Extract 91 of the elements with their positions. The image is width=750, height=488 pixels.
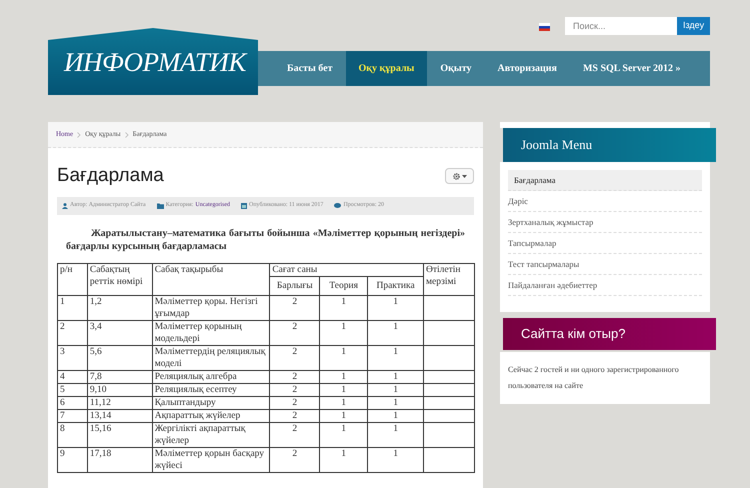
table-cell: 1 — [58, 295, 88, 320]
table-cell: 5 — [58, 383, 88, 396]
calendar-icon — [241, 202, 248, 208]
table-cell: 2 — [270, 345, 320, 370]
table-cell: Реляциялық алгебра — [152, 370, 270, 383]
gear-icon — [452, 172, 460, 180]
table-cell: Мәліметтер қоры. Негізгі ұғымдар — [152, 295, 270, 320]
menu-item[interactable]: Тест тапсырмалары — [508, 254, 702, 275]
table-cell: 2 — [270, 320, 320, 345]
table-cell: Жергілікті ақпараттық жүйелер — [152, 422, 270, 447]
menu-item[interactable]: Бағдарлама — [508, 170, 702, 191]
chevron-icon — [77, 132, 82, 138]
table-cell: 1 — [368, 422, 424, 447]
menu-title: Joomla Menu — [521, 136, 592, 154]
person-icon — [62, 202, 68, 208]
table-cell: 1 — [368, 295, 424, 320]
table-cell: 11,12 — [87, 396, 152, 409]
table-cell: Қалыптандыру — [152, 396, 270, 409]
table-cell: 3,4 — [87, 320, 152, 345]
search-field[interactable]: Поиск... — [565, 17, 677, 35]
nav-tab[interactable]: Авторизация — [484, 51, 570, 86]
settings-dropdown-button[interactable] — [445, 168, 474, 184]
table-cell: 2 — [270, 447, 320, 472]
table-cell: 1 — [320, 383, 368, 396]
table-cell: 1 — [368, 383, 424, 396]
table-cell: 1 — [320, 370, 368, 383]
table-cell: 2 — [270, 396, 320, 409]
chevron-icon — [124, 132, 129, 138]
table-cell: 1 — [320, 320, 368, 345]
table-cell: 1 — [368, 396, 424, 409]
table-cell: 13,14 — [87, 409, 152, 422]
online-text: Сейчас 2 гостей и ни одного зарегистрированного пользователя на сайте — [508, 364, 680, 392]
table-cell: 1,2 — [87, 295, 152, 320]
table-cell: 15,16 — [87, 422, 152, 447]
column-header: Сағат саны — [270, 263, 424, 276]
table-cell: 9,10 — [87, 383, 152, 396]
nav-tab[interactable]: Оқу құралы — [346, 51, 428, 86]
column-header: Теория — [320, 276, 368, 295]
table-cell: 1 — [368, 447, 424, 472]
logo-text: ИНФОРМАТИК — [64, 46, 246, 78]
column-header: Сабақтың реттік нөмірі — [87, 263, 152, 295]
intro-paragraph: Жаратылыстану–математика бағыты бойынша «Мәліметтер қорының негіздері» бағдарлы курсының бағдарламасы — [66, 226, 465, 252]
eye-icon — [334, 203, 342, 208]
online-title: Сайтта кім отыр? — [521, 325, 626, 344]
nav-tab[interactable]: Басты бет — [274, 51, 346, 86]
column-header: Сабақ тақырыбы — [152, 263, 270, 295]
table-cell: Ақпараттық жүйелер — [152, 409, 270, 422]
table-cell: Мәліметтердің реляциялық моделі — [152, 345, 270, 370]
table-cell: 2 — [270, 422, 320, 447]
table-cell: 2 — [58, 320, 88, 345]
table-cell: 8 — [58, 422, 88, 447]
search-button[interactable]: Іздеу — [677, 17, 710, 35]
menu-item[interactable]: Зертханалық жұмыстар — [508, 212, 702, 233]
menu-item[interactable]: Дәріс — [508, 191, 702, 212]
table-cell: 3 — [58, 345, 88, 370]
column-header: Өтілетін мерзімі — [424, 263, 474, 295]
table-cell: 1 — [368, 409, 424, 422]
folder-icon — [156, 202, 164, 208]
table-cell: 2 — [270, 409, 320, 422]
flag-icon[interactable] — [539, 23, 550, 31]
table-cell: 9 — [58, 447, 88, 472]
table-cell: Мәліметтер қорын басқару жүйесі — [152, 447, 270, 472]
table-cell: 1 — [368, 345, 424, 370]
table-cell: 1 — [320, 447, 368, 472]
table-cell: 2 — [270, 295, 320, 320]
table-cell: 1 — [320, 409, 368, 422]
table-cell: 17,18 — [87, 447, 152, 472]
table-cell: 1 — [368, 370, 424, 383]
column-header: Барлығы — [270, 276, 320, 295]
caret-icon — [462, 174, 466, 178]
logo-banner[interactable]: ИНФОРМАТИК — [48, 28, 258, 95]
table-cell: 1 — [368, 320, 424, 345]
table-cell: 5,6 — [87, 345, 152, 370]
table-cell: 1 — [320, 295, 368, 320]
table-cell: 4 — [58, 370, 88, 383]
nav-tab[interactable]: MS SQL Server 2012 » — [570, 51, 694, 86]
table-cell: 1 — [320, 396, 368, 409]
menu-item[interactable]: Тапсырмалар — [508, 233, 702, 254]
nav-tab[interactable]: Оқыту — [427, 51, 485, 86]
table-cell: 6 — [58, 396, 88, 409]
table-cell: Мәліметтер қорының модельдері — [152, 320, 270, 345]
table-cell: 7,8 — [87, 370, 152, 383]
table-cell: 2 — [270, 370, 320, 383]
column-header: р/н — [58, 263, 88, 295]
table-cell: Реляциялық есептеу — [152, 383, 270, 396]
table-cell: 7 — [58, 409, 88, 422]
table-cell: 2 — [270, 383, 320, 396]
table-cell: 1 — [320, 345, 368, 370]
table-cell: 1 — [320, 422, 368, 447]
menu-item[interactable]: Пайдаланған әдебиеттер — [508, 275, 702, 296]
article-title: Бағдарлама — [57, 164, 164, 188]
